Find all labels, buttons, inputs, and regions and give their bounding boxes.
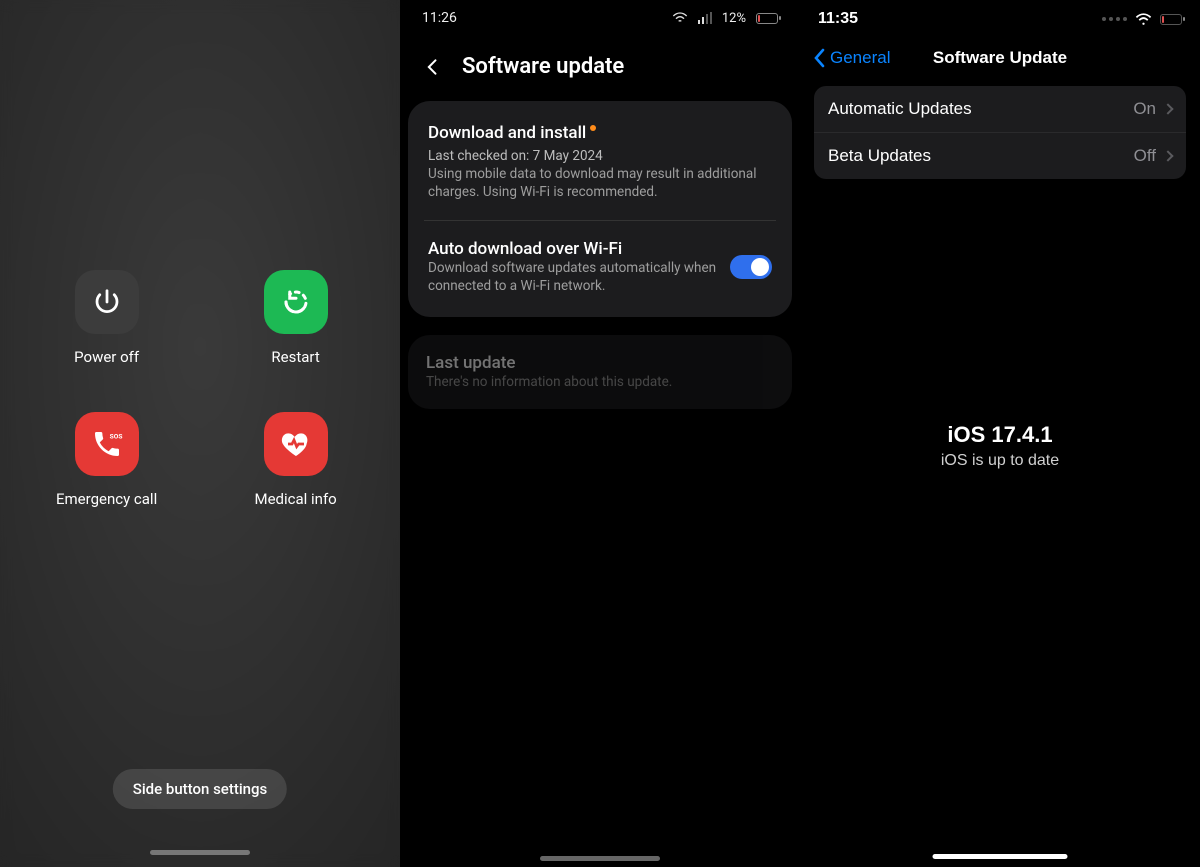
status-time: 11:26 <box>422 10 457 26</box>
emergency-call-button[interactable]: SOS Emergency call <box>56 412 157 508</box>
chevron-right-icon <box>1162 103 1173 114</box>
restart-icon <box>264 270 328 334</box>
page-title: Software Update <box>933 48 1067 68</box>
cellular-dots-icon <box>1102 17 1127 21</box>
auto-download-toggle[interactable] <box>730 255 772 279</box>
home-indicator[interactable] <box>540 856 660 861</box>
nav-bar: General Software Update <box>800 28 1200 82</box>
page-header: Software update <box>400 26 800 97</box>
last-checked-text: Last checked on: 7 May 2024 <box>428 147 772 165</box>
android-software-update: 11:26 12% Software update Download <box>400 0 800 867</box>
settings-list: Automatic Updates On Beta Updates Off <box>814 86 1186 179</box>
update-status: iOS 17.4.1 iOS is up to date <box>800 422 1200 470</box>
back-button[interactable]: General <box>814 48 890 68</box>
medical-info-label: Medical info <box>254 490 336 508</box>
emergency-call-label: Emergency call <box>56 490 157 508</box>
medical-info-button[interactable]: Medical info <box>254 412 336 508</box>
status-time: 11:35 <box>818 10 858 28</box>
wifi-icon <box>1135 13 1152 26</box>
ios-version: iOS 17.4.1 <box>800 422 1200 448</box>
notification-dot-icon <box>590 125 596 131</box>
divider <box>424 220 776 221</box>
battery-icon <box>1160 14 1182 25</box>
page-title: Software update <box>462 54 624 79</box>
power-off-label: Power off <box>74 348 139 366</box>
heart-pulse-icon <box>264 412 328 476</box>
back-button[interactable] <box>422 56 444 78</box>
side-button-settings[interactable]: Side button settings <box>113 769 287 809</box>
power-icon <box>75 270 139 334</box>
last-update-card[interactable]: Last update There's no information about… <box>408 335 792 409</box>
automatic-updates-label: Automatic Updates <box>828 99 972 119</box>
auto-download-title: Auto download over Wi-Fi <box>428 239 622 259</box>
svg-text:SOS: SOS <box>109 433 122 441</box>
download-install-title: Download and install <box>428 123 586 143</box>
home-indicator[interactable] <box>135 837 265 867</box>
beta-updates-label: Beta Updates <box>828 146 931 166</box>
restart-button[interactable]: Restart <box>264 270 328 366</box>
wifi-icon <box>672 12 688 24</box>
restart-label: Restart <box>271 348 319 366</box>
download-install-row[interactable]: Download and install Last checked on: 7 … <box>426 119 774 206</box>
signal-icon <box>698 12 712 24</box>
home-indicator[interactable] <box>933 854 1068 859</box>
power-off-button[interactable]: Power off <box>74 270 139 366</box>
automatic-updates-row[interactable]: Automatic Updates On <box>814 86 1186 132</box>
status-bar: 11:26 12% <box>400 0 800 26</box>
three-panel-layout: Power off Restart <box>0 0 1200 867</box>
auto-download-sub: Download software updates automatically … <box>428 259 718 295</box>
chevron-right-icon <box>1162 150 1173 161</box>
beta-updates-row[interactable]: Beta Updates Off <box>814 132 1186 179</box>
back-label: General <box>830 48 890 68</box>
power-menu-grid: Power off Restart <box>0 0 400 508</box>
android-power-menu: Power off Restart <box>0 0 400 867</box>
update-card: Download and install Last checked on: 7 … <box>408 101 792 317</box>
battery-percent: 12% <box>722 11 746 26</box>
up-to-date-text: iOS is up to date <box>800 452 1200 470</box>
phone-sos-icon: SOS <box>75 412 139 476</box>
last-update-title: Last update <box>426 353 516 373</box>
ios-software-update: 11:35 General Software Update Automatic … <box>800 0 1200 867</box>
auto-download-row[interactable]: Auto download over Wi-Fi Download softwa… <box>426 235 774 299</box>
last-update-sub: There's no information about this update… <box>426 373 774 391</box>
status-bar: 11:35 <box>800 0 1200 28</box>
download-note: Using mobile data to download may result… <box>428 165 772 201</box>
automatic-updates-value: On <box>1133 99 1156 119</box>
side-button-settings-label: Side button settings <box>133 780 267 798</box>
battery-icon <box>756 13 778 24</box>
beta-updates-value: Off <box>1134 146 1156 166</box>
